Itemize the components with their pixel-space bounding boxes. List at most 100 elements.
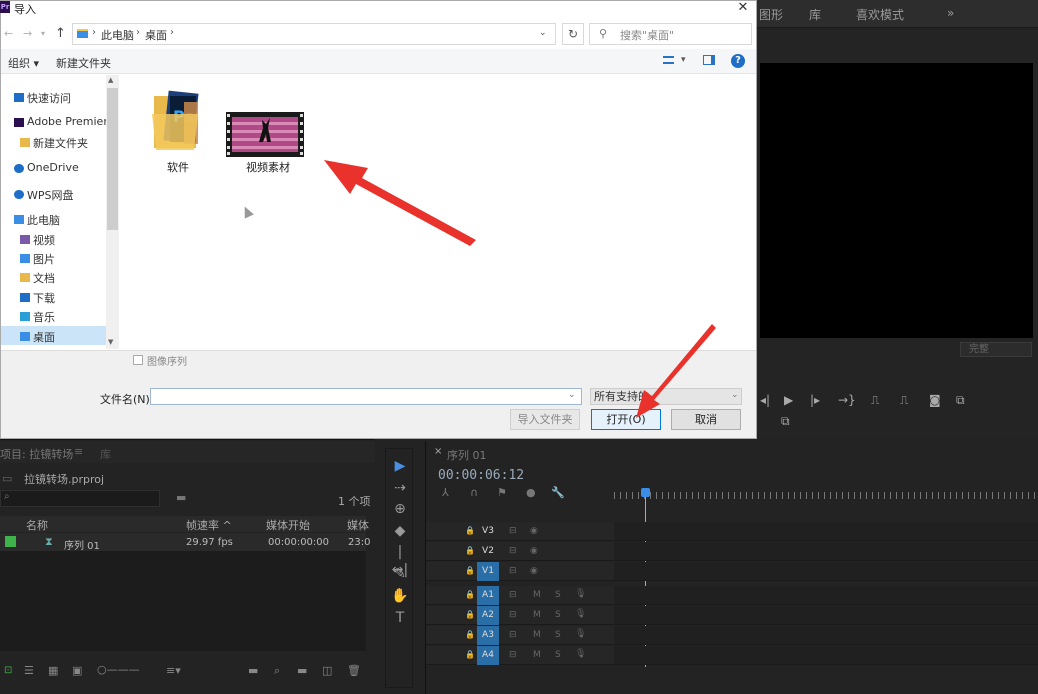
ripple-edit-icon[interactable]: ⊕ (391, 500, 409, 518)
close-sequence-icon[interactable]: × (434, 446, 442, 457)
more-workspaces-button[interactable]: » (947, 6, 954, 20)
lock-icon[interactable]: ⊡ (4, 665, 12, 676)
track-name[interactable]: A2 (477, 606, 499, 625)
breadcrumb-separator[interactable]: › (92, 27, 96, 38)
column-media-start[interactable]: 媒体开始 (266, 517, 310, 533)
sequence-tab[interactable]: 序列 01 (447, 447, 487, 463)
track-name[interactable]: V2 (477, 542, 499, 561)
breadcrumb-separator[interactable]: › (170, 27, 174, 38)
mute-button[interactable]: M (533, 610, 541, 620)
nav-item-label[interactable]: Adobe Premiere (27, 115, 114, 128)
breadcrumb-separator[interactable]: › (136, 27, 140, 38)
play-icon[interactable]: ▶ (784, 393, 793, 407)
eye-icon[interactable]: ◉ (530, 566, 538, 576)
find-icon[interactable]: ⌕ (274, 664, 280, 678)
zoom-slider[interactable]: ○——— (97, 663, 140, 676)
scroll-up-icon[interactable]: ▲ (108, 76, 113, 84)
nav-item-label[interactable]: 视频 (33, 232, 55, 248)
track-header[interactable] (426, 522, 614, 541)
automate-icon[interactable]: ▬ (248, 664, 258, 677)
track-header[interactable] (426, 542, 614, 561)
track-name[interactable]: A1 (477, 586, 499, 605)
pen-icon[interactable]: ✎ (391, 565, 409, 583)
forward-arrow-icon[interactable]: → (23, 27, 32, 40)
new-bin-icon[interactable]: ▬ (176, 491, 186, 504)
import-folder-button[interactable]: 导入文件夹 (510, 409, 580, 430)
track-lane[interactable] (614, 626, 1038, 645)
help-icon[interactable]: ? (731, 54, 745, 68)
new-item-icon[interactable]: ◫ (322, 664, 332, 677)
mute-button[interactable]: M (533, 650, 541, 660)
slip-icon[interactable]: |↔| (391, 543, 409, 578)
filename-field[interactable] (150, 388, 582, 405)
insert-sequence-icon[interactable]: ⅄ (442, 486, 449, 499)
new-folder-button[interactable]: 新建文件夹 (56, 55, 111, 71)
track-lane[interactable] (614, 522, 1038, 541)
hand-icon[interactable]: ✋ (391, 587, 409, 605)
back-arrow-icon[interactable]: ← (4, 27, 13, 40)
chevron-down-icon[interactable]: ⌄ (539, 28, 547, 38)
column-name[interactable]: 名称 (26, 517, 48, 533)
solo-button[interactable]: S (555, 590, 561, 600)
sync-lock-icon[interactable]: ⊟ (509, 546, 517, 556)
lift-icon[interactable]: ⎍ (871, 393, 879, 408)
step-back-icon[interactable]: ◂| (760, 393, 770, 407)
track-lane[interactable] (614, 606, 1038, 625)
view-options-icon[interactable] (663, 56, 674, 64)
column-frame-rate[interactable]: 帧速率 ^ (186, 517, 232, 533)
breadcrumb-this-pc[interactable]: 此电脑 (101, 27, 134, 43)
export-frame-icon[interactable]: ◙ (929, 393, 941, 407)
project-tab[interactable]: 项目: 拉镜转场 (0, 446, 73, 462)
microphone-icon[interactable]: 🎙 (575, 629, 586, 639)
nav-item-label[interactable]: 下载 (33, 290, 55, 306)
lock-icon[interactable]: 🔒 (465, 590, 475, 599)
project-search-input[interactable] (0, 490, 160, 507)
selection-tool-icon[interactable]: ▶ (391, 457, 409, 475)
refresh-icon[interactable]: ↻ (562, 23, 584, 45)
project-panel-menu-icon[interactable]: ≡ (74, 445, 83, 458)
extract-icon[interactable]: ⎍ (900, 393, 908, 408)
icon-view-icon[interactable]: ▦ (48, 664, 58, 677)
close-icon[interactable]: ✕ (736, 0, 750, 15)
up-arrow-icon[interactable]: ↑ (55, 26, 66, 41)
track-lane[interactable] (614, 646, 1038, 665)
time-ruler[interactable] (614, 492, 1038, 499)
chevron-down-icon[interactable]: ▾ (681, 55, 686, 65)
button-editor-icon[interactable]: ⧉ (781, 414, 790, 429)
go-to-out-icon[interactable]: →} (838, 393, 856, 407)
nav-item-label[interactable]: 文档 (33, 270, 55, 286)
linked-selection-icon[interactable]: ⚑ (497, 486, 507, 499)
microphone-icon[interactable]: 🎙 (575, 609, 586, 619)
sync-lock-icon[interactable]: ⊟ (509, 566, 517, 576)
workspace-tab-favorites[interactable]: 喜欢模式 (856, 6, 904, 23)
solo-button[interactable]: S (555, 610, 561, 620)
workspace-tab-libraries[interactable]: 库 (809, 6, 821, 23)
microphone-icon[interactable]: 🎙 (575, 649, 586, 659)
lock-icon[interactable]: 🔒 (465, 630, 475, 639)
step-forward-icon[interactable]: |▸ (810, 393, 820, 407)
track-name[interactable]: V3 (477, 522, 499, 541)
image-sequence-checkbox[interactable] (133, 355, 143, 365)
microphone-icon[interactable]: 🎙 (575, 589, 586, 599)
snap-icon[interactable]: ∩ (470, 486, 478, 499)
wrench-icon[interactable]: 🔧 (551, 486, 565, 499)
track-lane[interactable] (614, 586, 1038, 605)
solo-button[interactable]: S (555, 650, 561, 660)
mute-button[interactable]: M (533, 630, 541, 640)
freeform-view-icon[interactable]: ▣ (72, 664, 82, 677)
organize-button[interactable]: 组织 ▾ (8, 55, 39, 71)
track-name[interactable]: A4 (477, 646, 499, 665)
new-bin-footer-icon[interactable]: ▬ (297, 664, 307, 677)
scrollbar-thumb[interactable] (107, 88, 118, 230)
sync-lock-icon[interactable]: ⊟ (509, 526, 517, 536)
lock-icon[interactable]: 🔒 (465, 610, 475, 619)
nav-item-label[interactable]: WPS网盘 (27, 187, 74, 203)
track-select-icon[interactable]: ⇢ (391, 479, 409, 497)
track-lane[interactable] (614, 562, 1038, 581)
eye-icon[interactable]: ◉ (530, 526, 538, 536)
photoshop-folder-icon[interactable]: Ps (150, 88, 202, 154)
workspace-tab-graphics[interactable]: 图形 (759, 6, 783, 23)
filetype-select[interactable]: 所有支持的 (590, 388, 742, 405)
lock-icon[interactable]: 🔒 (465, 566, 475, 575)
file-label[interactable]: 软件 (167, 159, 189, 175)
